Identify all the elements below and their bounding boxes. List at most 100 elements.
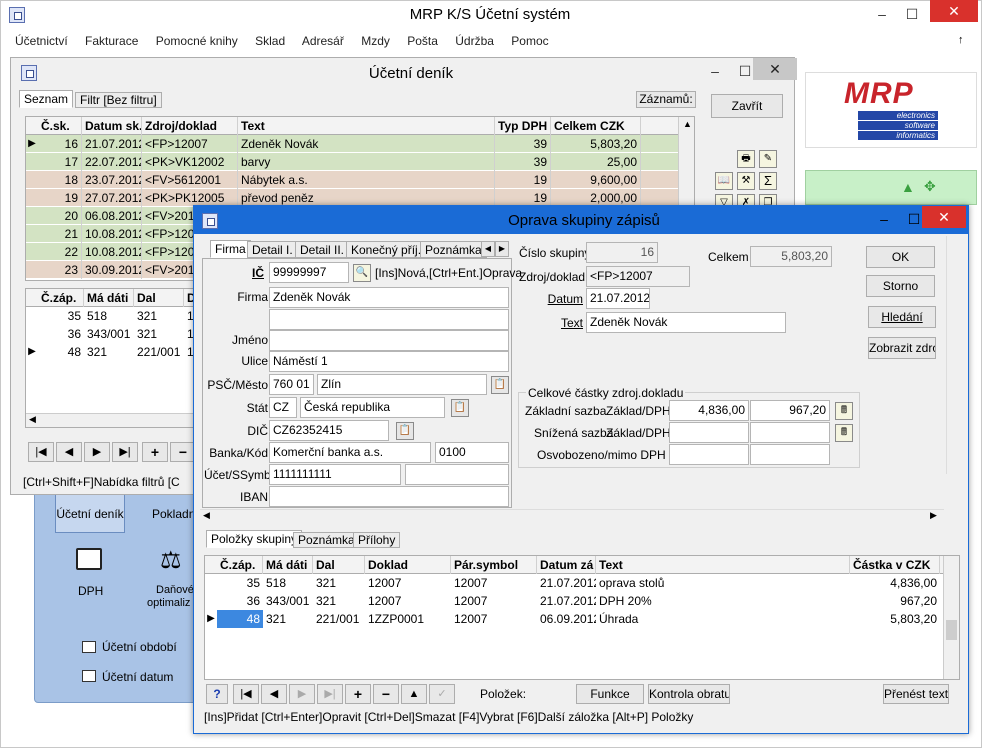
optimalizace-label[interactable]: optimaliz [147, 597, 190, 609]
arrow-up-icon[interactable]: ▲ [901, 179, 915, 195]
items-last-button[interactable]: ▶| [317, 684, 343, 704]
snizena-dph-field[interactable] [750, 422, 830, 443]
table-row[interactable]: ▶ 16 21.07.2012 <FP>12007 Zdeněk Novák 39 5,80… [26, 135, 678, 153]
ok-button[interactable]: OK [866, 246, 935, 268]
list-item[interactable]: 36 343/001 321 1 [26, 325, 204, 343]
tab-seznam[interactable]: Seznam [19, 90, 74, 108]
tab-firma[interactable]: Firma [210, 240, 251, 258]
table-row[interactable]: 18 23.07.2012 <FV>5612001 Nábytek a.s. 19 9,6… [26, 171, 678, 189]
table-row[interactable]: 35 518 321 12007 12007 21.07.2012 oprava stolů… [205, 574, 943, 592]
ic-lookup-icon[interactable]: 🔍 [353, 264, 371, 282]
dic-field[interactable]: CZ62352415 [269, 420, 389, 441]
edit-icon[interactable]: ✎ [759, 150, 777, 168]
storno-button[interactable]: Storno [866, 275, 935, 297]
items-col-parsymbol[interactable]: Pár.symbol [451, 556, 537, 574]
col-csk[interactable]: Č.sk. [38, 117, 82, 135]
jmeno-field[interactable] [269, 330, 509, 351]
zobrazit-zdroj-button[interactable]: Zobrazit zdroj [868, 337, 936, 359]
iban-field[interactable] [269, 486, 509, 507]
table-row[interactable]: 17 22.07.2012 <PK>VK12002 barvy 39 25,00 [26, 153, 678, 171]
items-first-button[interactable]: |◀ [233, 684, 259, 704]
scroll-left-icon[interactable]: ◀ [29, 414, 36, 425]
print-icon[interactable]: 🖶 [737, 150, 755, 168]
sub-col-czap[interactable]: Č.záp. [38, 289, 84, 307]
tabs-scroll-left[interactable]: ◀ [481, 241, 495, 257]
items-col-czap[interactable]: Č.záp. [217, 556, 263, 574]
side-tab-ucetni-denik[interactable]: Účetní deník [55, 493, 125, 533]
snizena-calc-icon[interactable]: 🖩 [835, 424, 853, 442]
scales-icon[interactable]: ⚖ [160, 546, 182, 575]
tab-filtr[interactable]: Filtr [Bez filtru] [75, 92, 162, 108]
sum-icon[interactable]: Σ [759, 172, 777, 190]
dialog-close-button[interactable]: ✕ [922, 206, 966, 228]
journal-close-button[interactable]: ✕ [753, 58, 797, 80]
col-zdroj[interactable]: Zdroj/doklad [142, 117, 238, 135]
osvobozeno-dph-field[interactable] [750, 444, 830, 465]
hledani-button[interactable]: Hledání [868, 306, 936, 328]
dph-label[interactable]: DPH [78, 584, 103, 598]
tabs-scroll-right[interactable]: ▶ [495, 241, 509, 257]
sub-scrollbar[interactable]: ◀ [26, 413, 204, 427]
menu-pomoc[interactable]: Pomoc [511, 34, 548, 48]
dialog-h-scrollbar[interactable]: ◀ ▶ [200, 509, 944, 523]
tab-polozky-skupiny[interactable]: Položky skupiny [206, 530, 303, 548]
list-item[interactable]: ▶ 48 321 221/001 1 [26, 343, 204, 361]
items-col-text[interactable]: Text [596, 556, 850, 574]
tab-detail-1[interactable]: Detail I. [247, 241, 298, 258]
firma-field[interactable]: Zdeněk Novák [269, 287, 509, 308]
text-field[interactable]: Zdeněk Novák [586, 312, 786, 333]
table-row[interactable]: ▶ 48 321 221/001 1ZZP0001 12007 06.09.2012 Úhra… [205, 610, 943, 628]
ssymb-field[interactable] [405, 464, 509, 485]
tab-prilohy[interactable]: Přílohy [353, 532, 401, 548]
items-scroll-thumb[interactable] [946, 620, 957, 640]
zakladni-calc-icon[interactable]: 🖩 [835, 402, 853, 420]
items-col-datum[interactable]: Datum zá [537, 556, 596, 574]
dph-icon[interactable] [76, 548, 102, 570]
items-check-button[interactable]: ✓ [429, 684, 455, 704]
help-button[interactable]: ? [206, 684, 228, 704]
ucetni-obdobi-link[interactable]: Účetní období [102, 640, 177, 654]
firma-field-2[interactable] [269, 309, 509, 330]
journal-prev-button[interactable]: ◀ [56, 442, 82, 462]
table-row[interactable]: 36 343/001 321 12007 12007 21.07.2012 DPH 20% 9… [205, 592, 943, 610]
h-scroll-left-icon[interactable]: ◀ [203, 510, 210, 521]
items-col-dal[interactable]: Dal [313, 556, 365, 574]
journal-last-button[interactable]: ▶| [112, 442, 138, 462]
ulice-field[interactable]: Náměstí 1 [269, 351, 509, 372]
menu-sklad[interactable]: Sklad [255, 34, 285, 48]
osvobozeno-zaklad-field[interactable] [669, 444, 749, 465]
items-col-madati[interactable]: Má dáti [263, 556, 313, 574]
menu-adresar[interactable]: Adresář [302, 34, 344, 48]
calendar2-icon[interactable] [82, 670, 96, 682]
menu-ucetnictvi[interactable]: Účetnictví [15, 34, 68, 48]
stat-code-field[interactable]: CZ [269, 397, 297, 418]
tab-poznamka[interactable]: Poznámka [420, 241, 487, 258]
col-celkem[interactable]: Celkem CZK [551, 117, 641, 135]
menu-arrow-icon[interactable]: ↑ [958, 34, 964, 46]
zakladni-zaklad-field[interactable]: 4,836,00 [669, 400, 749, 421]
main-close-button[interactable]: ✕ [930, 0, 978, 22]
list-item[interactable]: 35 518 321 1 [26, 307, 204, 325]
banka-field[interactable]: Komerční banka a.s. [269, 442, 431, 463]
journal-next-button[interactable]: ▶ [84, 442, 110, 462]
sub-col-dal[interactable]: Dal [134, 289, 184, 307]
snizena-zaklad-field[interactable] [669, 422, 749, 443]
menu-fakturace[interactable]: Fakturace [85, 34, 138, 48]
tab-konecny-prij[interactable]: Konečný příj. [346, 241, 427, 258]
menu-mzdy[interactable]: Mzdy [361, 34, 390, 48]
items-col-doklad[interactable]: Doklad [365, 556, 451, 574]
kod-field[interactable]: 0100 [435, 442, 509, 463]
journal-add-button[interactable]: + [142, 442, 168, 462]
col-text[interactable]: Text [238, 117, 495, 135]
ucetni-datum-link[interactable]: Účetní datum [102, 670, 173, 684]
h-scroll-right-icon[interactable]: ▶ [930, 510, 937, 521]
items-scrollbar[interactable] [943, 556, 959, 679]
psc-field[interactable]: 760 01 [269, 374, 314, 395]
col-typ-dph[interactable]: Typ DPH [495, 117, 551, 135]
zaznamu-button[interactable]: Záznamů: [636, 91, 696, 108]
items-add-button[interactable]: + [345, 684, 371, 704]
mesto-lookup-icon[interactable]: 📋 [491, 376, 509, 394]
mesto-field[interactable]: Zlín [317, 374, 487, 395]
side-tab-pokladna[interactable]: Pokladn [152, 507, 195, 521]
scroll-up-icon[interactable]: ▲ [683, 119, 692, 129]
